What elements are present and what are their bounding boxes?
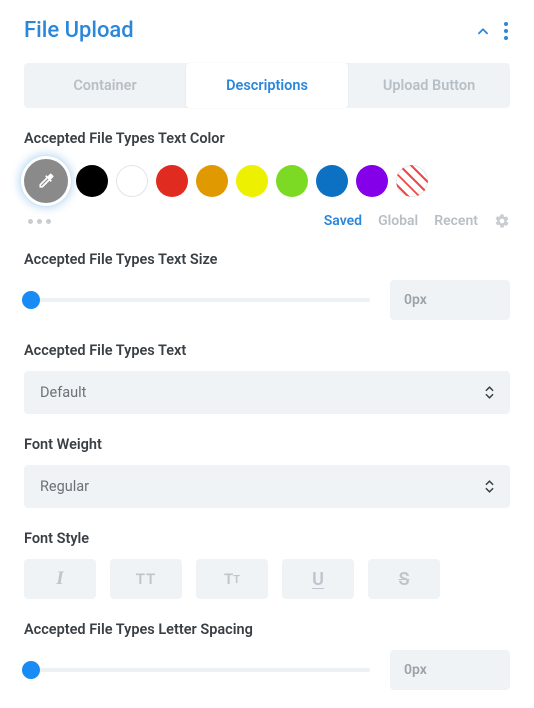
slider-thumb[interactable] <box>22 291 40 309</box>
select-arrows-icon <box>485 480 494 493</box>
color-swatch-blue[interactable] <box>316 165 348 197</box>
font-weight-label: Font Weight <box>24 436 510 453</box>
more-options-icon[interactable] <box>502 20 510 42</box>
font-label: Accepted File Types Text <box>24 342 510 359</box>
color-swatch-yellow[interactable] <box>236 165 268 197</box>
italic-button[interactable]: I <box>24 559 96 599</box>
swatch-source-tabs: Saved Global Recent <box>324 213 510 229</box>
smallcaps-button[interactable]: TT <box>196 559 268 599</box>
color-swatches <box>24 159 510 203</box>
text-size-label: Accepted File Types Text Size <box>24 251 510 268</box>
underline-button[interactable]: U <box>282 559 354 599</box>
color-swatch-red[interactable] <box>156 165 188 197</box>
font-select[interactable]: Default <box>24 371 510 414</box>
slider-thumb[interactable] <box>22 661 40 679</box>
color-swatch-orange[interactable] <box>196 165 228 197</box>
font-weight-value: Regular <box>40 478 89 495</box>
color-swatch-white[interactable] <box>116 165 148 197</box>
font-weight-select[interactable]: Regular <box>24 465 510 508</box>
collapse-icon[interactable] <box>476 24 490 38</box>
gear-icon[interactable] <box>494 213 510 229</box>
text-size-slider[interactable] <box>24 289 370 311</box>
font-style-buttons: I TT TT U S <box>24 559 510 599</box>
strikethrough-button[interactable]: S <box>368 559 440 599</box>
color-swatch-green[interactable] <box>276 165 308 197</box>
select-arrows-icon <box>485 386 494 399</box>
color-swatch-purple[interactable] <box>356 165 388 197</box>
text-color-label: Accepted File Types Text Color <box>24 130 510 147</box>
panel-title: File Upload <box>24 18 134 43</box>
swatch-tab-recent[interactable]: Recent <box>434 213 478 229</box>
font-select-value: Default <box>40 384 86 401</box>
letter-spacing-value[interactable]: 0px <box>390 650 510 690</box>
tab-descriptions[interactable]: Descriptions <box>186 63 348 108</box>
color-swatch-black[interactable] <box>76 165 108 197</box>
font-style-label: Font Style <box>24 530 510 547</box>
swatch-tab-saved[interactable]: Saved <box>324 213 362 229</box>
uppercase-button[interactable]: TT <box>110 559 182 599</box>
color-swatch-none[interactable] <box>396 165 428 197</box>
header-actions <box>476 20 510 42</box>
panel-header: File Upload <box>24 18 510 43</box>
eyedropper-swatch[interactable] <box>24 159 68 203</box>
tab-upload-button[interactable]: Upload Button <box>348 63 510 108</box>
letter-spacing-label: Accepted File Types Letter Spacing <box>24 621 510 638</box>
more-swatches-icon[interactable] <box>24 215 55 228</box>
swatch-tab-global[interactable]: Global <box>378 213 418 229</box>
tab-container[interactable]: Container <box>24 63 186 108</box>
tab-bar: Container Descriptions Upload Button <box>24 63 510 108</box>
text-size-value[interactable]: 0px <box>390 280 510 320</box>
